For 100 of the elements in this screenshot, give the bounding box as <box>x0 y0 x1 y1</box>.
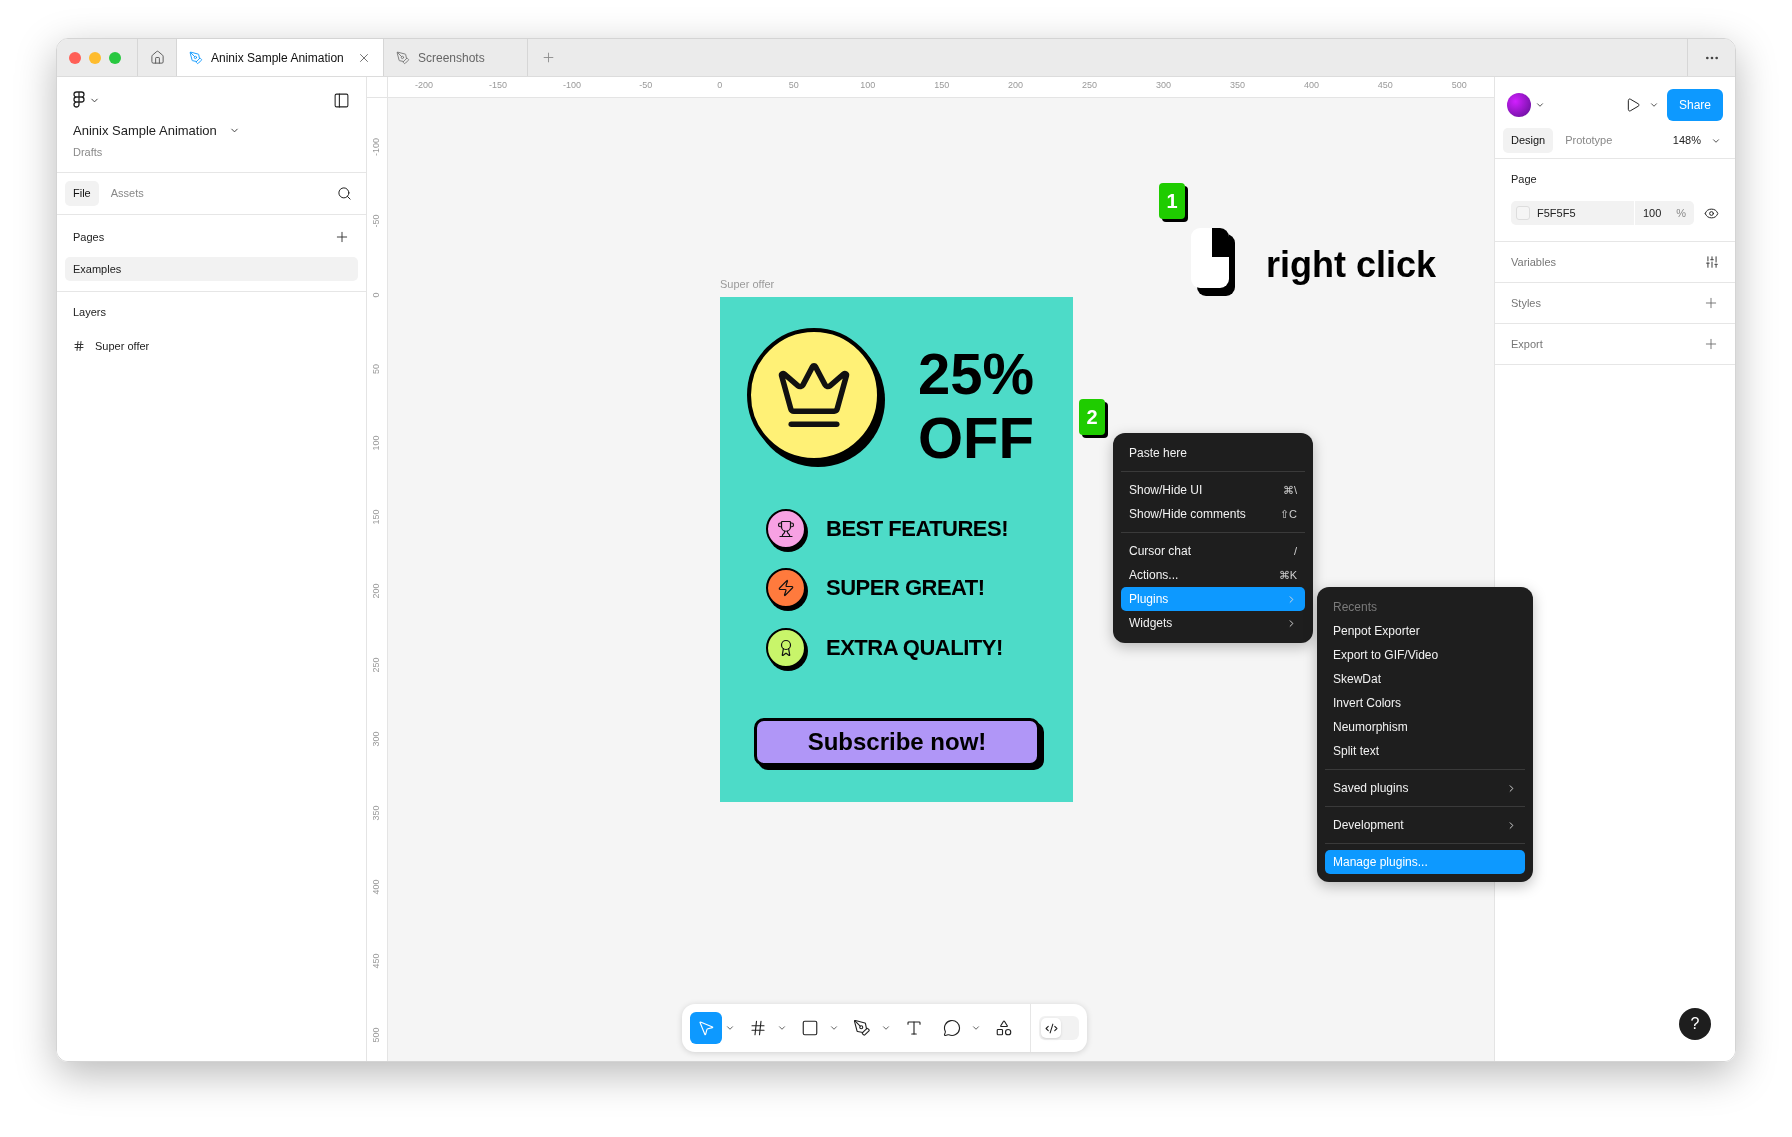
frame-icon <box>749 1019 767 1037</box>
ruler-label: -50 <box>370 214 383 228</box>
color-swatch[interactable] <box>1516 206 1530 220</box>
logo-icon <box>73 91 85 109</box>
visibility-icon[interactable] <box>1704 205 1719 221</box>
dev-mode-toggle[interactable] <box>1039 1016 1079 1040</box>
panel-tab[interactable]: Design <box>1503 128 1554 153</box>
menu-item[interactable]: Penpot Exporter <box>1325 619 1525 643</box>
ruler-label: 500 <box>370 1027 383 1043</box>
discount-text: 25% <box>918 345 1035 403</box>
step-badge: 2 <box>1079 399 1105 435</box>
menu-item[interactable]: Saved plugins <box>1325 776 1525 800</box>
menu-item[interactable]: SkewDat <box>1325 667 1525 691</box>
feature-text: BEST FEATURES! <box>826 515 1009 543</box>
pen-icon <box>853 1019 871 1037</box>
sidebar-toggle-icon[interactable] <box>333 91 350 109</box>
file-icon <box>396 50 410 65</box>
menu-heading: Recents <box>1332 599 1379 616</box>
ruler-label: 500 <box>1451 79 1467 92</box>
menu-item[interactable]: Neumorphism <box>1325 715 1525 739</box>
caret-icon[interactable] <box>777 1023 787 1033</box>
ruler-label: -100 <box>562 79 581 92</box>
feature-text: SUPER GREAT! <box>826 574 985 602</box>
section-heading: Export <box>1511 336 1543 352</box>
frame-icon <box>73 340 85 353</box>
discount-text: OFF <box>918 409 1034 467</box>
menu-item[interactable]: Paste here <box>1121 441 1305 465</box>
zoom-level[interactable]: 148% <box>1672 132 1701 149</box>
color-field[interactable]: F5F5F5 100 % <box>1511 201 1694 225</box>
avatar[interactable] <box>1507 93 1531 117</box>
ruler-label: 50 <box>370 364 383 374</box>
menu-item[interactable]: Show/Hide UI ⌘\ <box>1121 478 1305 502</box>
section-heading: Page <box>1511 172 1538 187</box>
menu-item[interactable]: Show/Hide comments ⇧C <box>1121 502 1305 526</box>
caret-icon[interactable] <box>1648 100 1659 110</box>
ruler-label: 300 <box>370 731 383 747</box>
menu-item[interactable]: Widgets <box>1121 611 1305 635</box>
ruler-label: -100 <box>370 138 383 156</box>
ruler-label: 0 <box>717 79 723 92</box>
ruler-label: -150 <box>488 79 507 92</box>
file-location: Drafts <box>73 144 104 160</box>
shapes-icon <box>995 1019 1013 1037</box>
menu-item[interactable]: Split text <box>1325 739 1525 763</box>
sliders-icon[interactable] <box>1705 255 1719 269</box>
ruler-label: 400 <box>1303 79 1319 92</box>
section-heading: Layers <box>73 305 108 320</box>
menu-item[interactable]: Cursor chat / <box>1121 539 1305 563</box>
menu-item[interactable]: Actions... ⌘K <box>1121 563 1305 587</box>
ruler-label: 200 <box>370 583 383 599</box>
ruler-label: 450 <box>370 953 383 969</box>
mouse-icon <box>1191 228 1237 298</box>
panel-tab[interactable]: File <box>65 181 99 206</box>
caret-icon[interactable] <box>881 1023 891 1033</box>
file-icon <box>189 50 203 65</box>
ruler-label: 100 <box>370 435 383 451</box>
ruler-label: 0 <box>370 292 383 298</box>
menu-item[interactable]: Invert Colors <box>1325 691 1525 715</box>
panel-tab[interactable]: Assets <box>102 181 152 206</box>
ruler-label: 250 <box>370 657 383 673</box>
ruler-label: 450 <box>1377 79 1393 92</box>
caret-icon[interactable] <box>829 1023 839 1033</box>
file-name[interactable]: Aninix Sample Animation <box>73 121 217 141</box>
text-icon <box>905 1019 923 1037</box>
pointer-icon <box>697 1019 715 1037</box>
ruler-label: 100 <box>860 79 876 92</box>
add-page-icon[interactable] <box>334 229 350 245</box>
rectangle-icon <box>801 1019 819 1037</box>
page-item[interactable]: Examples <box>65 257 358 281</box>
caret-icon[interactable] <box>1535 100 1545 110</box>
panel-tab[interactable]: Prototype <box>1557 128 1621 153</box>
section-heading: Variables <box>1511 254 1557 270</box>
home-icon[interactable] <box>149 50 165 65</box>
ruler-label: 50 <box>788 79 799 92</box>
search-icon[interactable] <box>337 186 352 201</box>
layer-item[interactable]: Super offer <box>95 338 150 355</box>
ruler-label: 200 <box>1008 79 1024 92</box>
menu-item[interactable]: Export to GIF/Video <box>1325 643 1525 667</box>
caret-icon[interactable] <box>725 1023 735 1033</box>
ruler-label: 250 <box>1082 79 1098 92</box>
ruler-label: 150 <box>370 509 383 525</box>
comment-icon <box>943 1019 961 1037</box>
hint-text: right click <box>1266 243 1437 287</box>
ruler-label: 400 <box>370 879 383 895</box>
section-heading: Styles <box>1511 295 1541 311</box>
new-tab-icon[interactable] <box>540 50 556 65</box>
feature-text: EXTRA QUALITY! <box>826 634 1003 662</box>
ruler-label: -50 <box>639 79 653 92</box>
trophy-icon <box>777 520 795 538</box>
code-icon <box>1044 1021 1058 1035</box>
step-badge: 1 <box>1159 183 1185 219</box>
ruler-label: 300 <box>1156 79 1171 92</box>
ruler-label: 350 <box>1229 79 1245 92</box>
ruler-label: 350 <box>370 805 383 821</box>
close-window-button[interactable] <box>69 51 81 64</box>
document-tab[interactable]: Aninix Sample Animation <box>177 39 384 76</box>
ruler-label: -200 <box>415 79 433 92</box>
menu-item[interactable]: Development <box>1325 813 1525 837</box>
caret-icon[interactable] <box>971 1023 981 1033</box>
ruler-label: 150 <box>934 79 950 92</box>
bolt-icon <box>777 579 795 597</box>
